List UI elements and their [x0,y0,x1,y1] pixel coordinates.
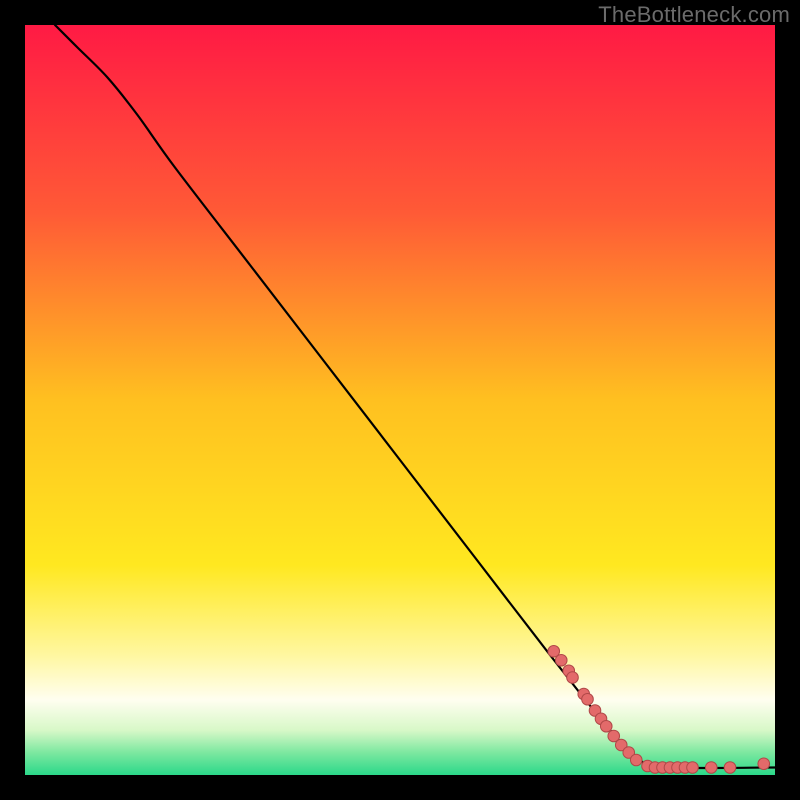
data-marker [630,754,642,766]
data-marker [758,758,770,770]
chart-svg [25,25,775,775]
data-marker [555,654,567,666]
chart-plot-area [25,25,775,775]
watermark-text: TheBottleneck.com [598,2,790,28]
data-marker [705,762,717,774]
data-marker [567,672,579,684]
chart-frame: TheBottleneck.com [0,0,800,800]
data-marker [724,762,736,774]
data-marker [582,693,594,705]
data-marker [687,762,699,774]
data-marker [600,720,612,732]
gradient-background [25,25,775,775]
